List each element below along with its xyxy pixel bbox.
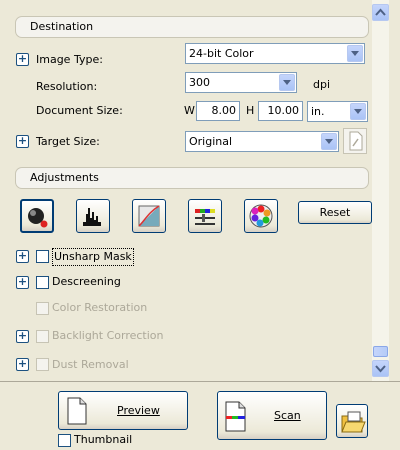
unsharp-mask-expand-icon[interactable]: + — [16, 250, 29, 263]
resolution-select[interactable]: 300 — [185, 72, 297, 93]
height-input[interactable]: 10.00 — [258, 101, 303, 121]
dust-removal-expand-icon[interactable]: + — [16, 358, 29, 371]
image-adjustment-button[interactable] — [188, 199, 222, 233]
tone-curve-icon — [138, 205, 160, 227]
descreening-label[interactable]: Descreening — [52, 274, 121, 290]
image-type-value: 24-bit Color — [189, 47, 254, 60]
size-unit-value: in. — [311, 105, 325, 118]
document-size-label: Document Size: — [36, 104, 123, 117]
height-label: H — [246, 104, 255, 117]
vertical-scrollbar[interactable] — [372, 0, 389, 381]
scan-label: Scan — [274, 409, 301, 422]
unsharp-mask-checkbox[interactable] — [36, 250, 49, 263]
chevron-down-icon — [375, 365, 386, 373]
destination-header: Destination — [15, 16, 369, 38]
backlight-correction-checkbox[interactable] — [36, 330, 49, 343]
chevron-down-icon[interactable] — [350, 103, 366, 120]
chevron-up-icon — [375, 8, 386, 16]
width-label: W — [184, 104, 195, 117]
target-size-value: Original — [189, 135, 233, 148]
image-type-expand-icon[interactable]: + — [16, 53, 29, 66]
preview-button[interactable]: Preview — [58, 391, 188, 430]
target-size-edit-button[interactable] — [343, 128, 367, 154]
backlight-correction-label: Backlight Correction — [52, 329, 164, 342]
reset-button[interactable]: Reset — [298, 201, 372, 224]
target-size-select[interactable]: Original — [185, 131, 339, 152]
scroll-up-button[interactable] — [372, 4, 389, 21]
document-icon — [67, 397, 87, 425]
backlight-correction-expand-icon[interactable]: + — [16, 330, 29, 343]
adjustments-title: Adjustments — [30, 171, 99, 184]
resolution-value: 300 — [189, 76, 210, 89]
scan-button[interactable]: Scan — [217, 391, 327, 440]
histogram-icon — [83, 208, 101, 226]
color-restoration-label: Color Restoration — [52, 301, 148, 314]
folder-icon — [341, 411, 366, 433]
color-palette-icon — [249, 204, 273, 228]
resolution-label: Resolution: — [36, 80, 98, 93]
histogram-button[interactable] — [76, 199, 110, 233]
size-unit-select[interactable]: in. — [307, 101, 368, 122]
thumbnail-label[interactable]: Thumbnail — [74, 432, 132, 448]
settings-panel: Destination + Image Type: 24-bit Color R… — [0, 0, 372, 381]
footer-divider — [0, 381, 400, 382]
image-type-select[interactable]: 24-bit Color — [185, 43, 365, 64]
tone-curve-button[interactable] — [132, 199, 166, 233]
document-edit-icon — [349, 131, 363, 151]
image-adjustment-icon — [195, 209, 215, 225]
auto-exposure-icon — [28, 208, 48, 228]
thumbnail-checkbox[interactable] — [58, 434, 71, 447]
color-restoration-checkbox[interactable] — [36, 302, 49, 315]
color-palette-button[interactable] — [244, 199, 278, 233]
descreening-expand-icon[interactable]: + — [16, 276, 29, 289]
auto-exposure-button[interactable] — [20, 199, 54, 233]
scroll-thumb[interactable] — [373, 346, 388, 357]
adjustments-header: Adjustments — [15, 167, 369, 189]
scroll-down-button[interactable] — [372, 360, 389, 377]
dust-removal-checkbox[interactable] — [36, 358, 49, 371]
unsharp-mask-label[interactable]: Unsharp Mask — [52, 248, 134, 266]
descreening-checkbox[interactable] — [36, 276, 49, 289]
width-input[interactable]: 8.00 — [196, 101, 240, 121]
chevron-down-icon[interactable] — [279, 74, 295, 91]
open-folder-button[interactable] — [336, 404, 368, 438]
scan-document-icon — [225, 401, 246, 432]
image-type-label: Image Type: — [36, 53, 103, 66]
destination-title: Destination — [30, 20, 94, 33]
chevron-down-icon[interactable] — [347, 45, 363, 62]
target-size-expand-icon[interactable]: + — [16, 135, 29, 148]
resolution-unit: dpi — [313, 78, 331, 91]
preview-label: Preview — [117, 404, 160, 417]
dust-removal-label: Dust Removal — [52, 358, 129, 371]
chevron-down-icon[interactable] — [321, 133, 337, 150]
target-size-label: Target Size: — [36, 135, 100, 148]
